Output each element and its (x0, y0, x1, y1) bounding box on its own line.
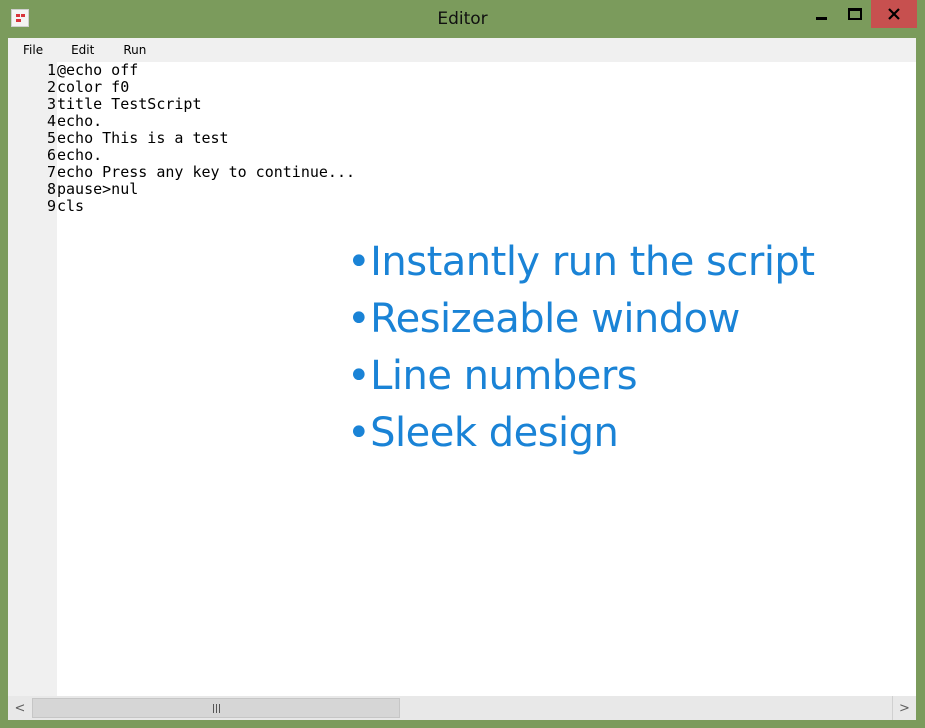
line-number: 9 (46, 197, 56, 215)
scrollbar-thumb[interactable] (32, 698, 400, 718)
line-number: 8 (46, 180, 56, 198)
line-number: 7 (46, 163, 56, 181)
code-line[interactable]: echo This is a test (57, 130, 229, 147)
feature-item: •Line numbers (347, 353, 638, 399)
window-frame-bottom[interactable] (0, 720, 925, 728)
code-line[interactable]: @echo off (57, 62, 138, 79)
menu-file[interactable]: File (8, 38, 59, 62)
feature-item: •Sleek design (347, 410, 619, 456)
feature-item: •Resizeable window (347, 296, 740, 342)
code-line[interactable]: title TestScript (57, 96, 202, 113)
minimize-button[interactable] (805, 0, 838, 28)
minimize-icon (816, 16, 827, 20)
feature-list: •Instantly run the script •Resizeable wi… (347, 234, 815, 462)
grip-icon (212, 703, 220, 713)
code-editor[interactable]: 1 2 3 4 5 6 7 8 9 @echo off color f0 tit… (8, 62, 916, 696)
caption-buttons (805, 0, 917, 28)
title-bar[interactable]: Editor (0, 0, 925, 38)
line-number: 3 (46, 95, 56, 113)
window-title: Editor (437, 9, 488, 29)
chevron-right-icon: > (899, 700, 910, 716)
menu-edit[interactable]: Edit (59, 38, 111, 62)
scroll-right-button[interactable]: > (892, 696, 916, 720)
chevron-left-icon: < (14, 700, 26, 716)
maximize-icon (847, 8, 862, 20)
line-number: 2 (46, 78, 56, 96)
line-number-gutter: 1 2 3 4 5 6 7 8 9 (8, 62, 57, 696)
horizontal-scrollbar[interactable]: < > (8, 696, 916, 720)
menu-bar: File Edit Run (8, 38, 916, 62)
code-line[interactable]: cls (57, 198, 84, 215)
code-line[interactable]: echo Press any key to continue... (57, 164, 355, 181)
feature-item: •Instantly run the script (347, 239, 815, 285)
line-number: 6 (46, 146, 56, 164)
maximize-button[interactable] (838, 0, 871, 28)
close-button[interactable] (871, 0, 917, 28)
line-number: 4 (46, 112, 56, 130)
line-number: 5 (46, 129, 56, 147)
menu-run[interactable]: Run (111, 38, 158, 62)
scroll-left-button[interactable]: < (8, 696, 32, 720)
code-line[interactable]: pause>nul (57, 181, 138, 198)
code-line[interactable]: color f0 (57, 79, 129, 96)
editor-window: Editor File Edit Run 1 2 3 4 5 6 7 8 9 @… (0, 0, 925, 728)
line-number: 1 (46, 62, 56, 79)
code-line[interactable]: echo. (57, 113, 102, 130)
close-icon (888, 8, 900, 20)
code-line[interactable]: echo. (57, 147, 102, 164)
